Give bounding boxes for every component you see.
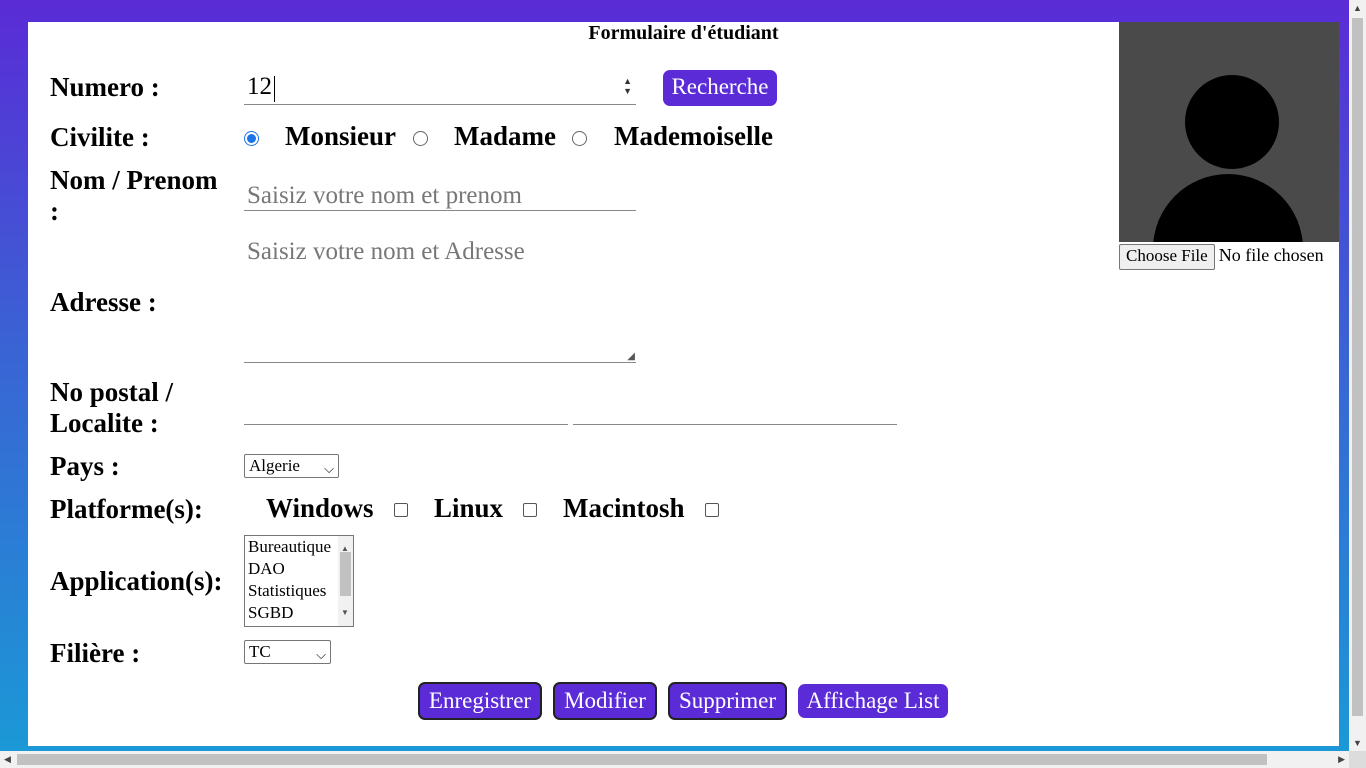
nom-input[interactable]: Saisiz votre nom et prenom <box>244 180 636 211</box>
platform-macintosh-label: Macintosh <box>563 493 685 523</box>
civilite-label: Civilite : <box>50 122 150 152</box>
option-madame-label: Madame <box>454 121 556 151</box>
applications-listbox[interactable]: Bureautique DAO Statistiques SGBD ▲ ▼ <box>244 535 354 627</box>
show-list-button[interactable]: Affichage List <box>798 684 948 718</box>
page-vertical-scrollbar[interactable]: ▲ ▼ <box>1349 0 1366 751</box>
list-item[interactable]: SGBD <box>248 602 331 624</box>
file-status: No file chosen <box>1218 245 1324 265</box>
platform-windows-label: Windows <box>266 493 374 523</box>
scroll-down-icon[interactable]: ▼ <box>1353 738 1362 748</box>
radio-mademoiselle[interactable] <box>572 131 587 146</box>
search-button[interactable]: Recherche <box>663 70 777 106</box>
postal-label-line2: Localite : <box>50 408 159 438</box>
chevron-down-icon: ⌵ <box>324 461 334 476</box>
option-mademoiselle-label: Mademoiselle <box>614 121 773 151</box>
nom-label: Nom / Prenom : <box>50 165 217 227</box>
postal-label: No postal / Localite : <box>50 377 173 439</box>
pays-select[interactable]: Algerie ⌵ <box>244 454 339 478</box>
numero-value: 12 <box>247 73 272 100</box>
filiere-select[interactable]: TC ⌵ <box>244 640 331 664</box>
chevron-down-icon: ⌵ <box>316 647 326 662</box>
scrollbar-corner <box>1349 751 1366 768</box>
scroll-right-icon[interactable]: ▶ <box>1338 754 1345 765</box>
vertical-scroll-thumb[interactable] <box>1352 18 1363 716</box>
adresse-placeholder: Saisiz votre nom et Adresse <box>247 238 525 265</box>
radio-madame[interactable] <box>413 131 428 146</box>
checkbox-macintosh[interactable] <box>705 503 719 517</box>
delete-button[interactable]: Supprimer <box>668 682 787 720</box>
horizontal-scroll-thumb[interactable] <box>17 754 1267 765</box>
listbox-scroll-thumb[interactable] <box>340 552 351 596</box>
localite-input[interactable] <box>573 394 897 425</box>
student-form-page: Formulaire d'étudiant Choose File No file… <box>28 22 1339 746</box>
list-item[interactable]: Statistiques <box>248 580 331 602</box>
filiere-label: Filière : <box>50 638 141 668</box>
postal-code-input[interactable] <box>244 394 568 425</box>
avatar-body-icon <box>1153 174 1303 242</box>
nom-label-text: Nom / Prenom <box>50 165 218 195</box>
numero-input[interactable]: 12 ▲ ▼ <box>244 73 636 105</box>
platform-linux-label: Linux <box>434 493 504 523</box>
radio-monsieur[interactable] <box>244 131 259 146</box>
resize-handle-icon[interactable]: ◢ <box>627 351 635 362</box>
list-item[interactable]: Bureautique <box>248 536 331 558</box>
pays-label: Pays : <box>50 451 120 481</box>
scroll-down-icon[interactable]: ▼ <box>341 602 349 624</box>
profile-photo <box>1119 22 1339 242</box>
list-item[interactable]: DAO <box>248 558 331 580</box>
nom-label-colon: : <box>50 196 59 226</box>
scroll-left-icon[interactable]: ◀ <box>4 754 11 765</box>
adresse-label: Adresse : <box>50 287 157 317</box>
edit-button[interactable]: Modifier <box>553 682 657 720</box>
postal-label-line1: No postal / <box>50 377 174 407</box>
option-monsieur-label: Monsieur <box>285 121 396 151</box>
pays-selected: Algerie <box>249 456 300 475</box>
text-cursor <box>274 76 275 102</box>
photo-file-input[interactable]: Choose File No file chosen <box>1119 244 1324 270</box>
number-spinner[interactable]: ▲ ▼ <box>623 76 632 96</box>
page-horizontal-scrollbar[interactable]: ◀ ▶ <box>0 751 1349 768</box>
checkbox-linux[interactable] <box>523 503 537 517</box>
applications-label: Application(s): <box>50 566 223 596</box>
checkbox-windows[interactable] <box>394 503 408 517</box>
platformes-label: Platforme(s): <box>50 494 203 524</box>
scroll-up-icon[interactable]: ▲ <box>1353 3 1362 13</box>
choose-file-button[interactable]: Choose File <box>1119 244 1215 270</box>
adresse-textarea[interactable]: Saisiz votre nom et Adresse ◢ <box>244 238 636 363</box>
avatar-head-icon <box>1185 75 1279 169</box>
numero-label: Numero : <box>50 72 160 102</box>
filiere-selected: TC <box>249 642 271 661</box>
save-button[interactable]: Enregistrer <box>418 682 542 720</box>
